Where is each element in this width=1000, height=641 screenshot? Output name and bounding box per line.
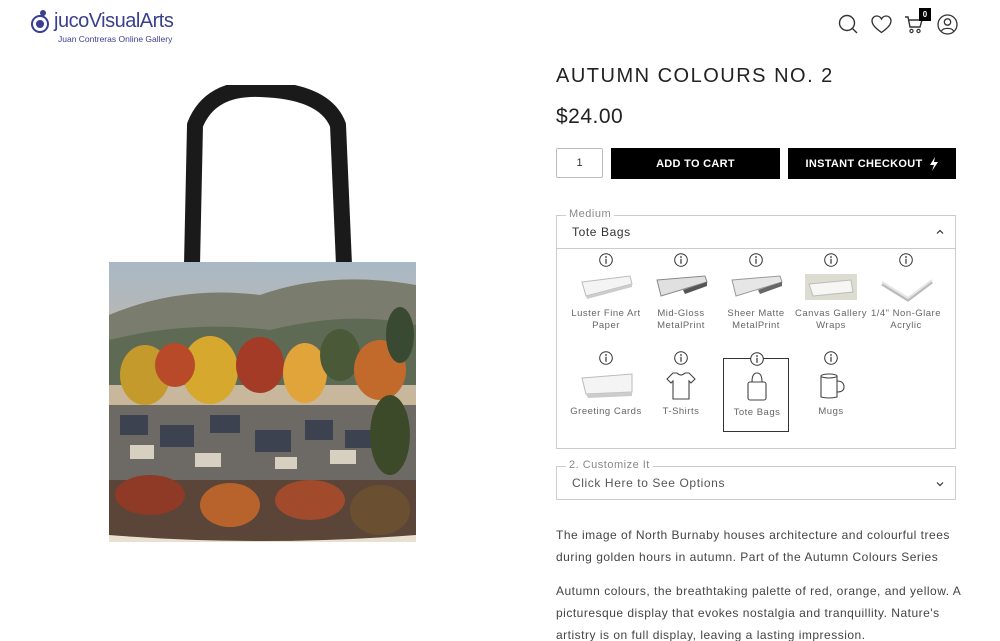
info-icon[interactable] [599,253,613,267]
chevron-up-icon [936,229,944,234]
chevron-down-icon [936,482,944,487]
cart-icon[interactable]: 0 [903,8,931,36]
metal-icon [656,275,708,297]
product-description-1: The image of North Burnaby houses archit… [556,528,950,564]
customize-placeholder: Click Here to See Options [572,476,726,490]
medium-option-label: Luster Fine Art Paper [571,308,641,331]
logo-text: jucoVisualArts [54,10,174,32]
medium-selected-value: Tote Bags [572,225,631,239]
instant-checkout-button[interactable]: INSTANT CHECKOUT [788,148,956,179]
medium-selector: Medium Tote Bags Luster Fine Art Paper M… [556,208,956,449]
instant-checkout-label: INSTANT CHECKOUT [805,157,923,170]
product-price: $24.00 [556,105,624,128]
info-icon[interactable] [750,352,764,366]
product-image-tote-bag[interactable] [100,85,425,550]
medium-option-label: Sheer Matte MetalPrint [727,308,785,331]
medium-option-label: Mid-Gloss MetalPrint [657,308,705,331]
user-icon[interactable] [936,12,958,36]
paper-icon [581,275,633,299]
info-icon[interactable] [749,253,763,267]
add-to-cart-button[interactable]: ADD TO CART [611,148,780,179]
info-icon[interactable] [824,351,838,365]
medium-option-mid-gloss-metalprint[interactable]: Mid-Gloss MetalPrint [648,253,714,334]
cart-count-badge: 0 [919,8,931,21]
medium-option-label: Greeting Cards [570,406,642,417]
medium-dropdown[interactable]: Tote Bags [557,216,955,249]
tote-icon [747,372,767,401]
card-icon [581,373,633,398]
medium-option-label: 1/4" Non-Glare Acrylic [870,308,942,331]
info-icon[interactable] [824,253,838,267]
lightning-icon [929,156,938,171]
medium-option-canvas-gallery-wraps[interactable]: Canvas Gallery Wraps [795,253,866,334]
medium-option-label: T-Shirts [662,406,700,417]
medium-option-label: Canvas Gallery Wraps [795,308,867,331]
medium-option-t-shirts[interactable]: T-Shirts [648,351,714,432]
customize-legend: 2. Customize It [566,459,653,471]
product-title: AUTUMN COLOURS NO. 2 [556,65,834,87]
acrylic-icon [881,279,933,302]
medium-option-mugs[interactable]: Mugs [798,351,864,432]
tshirt-icon [666,372,696,400]
site-logo[interactable]: jucoVisualArts Juan Contreras Online Gal… [30,8,190,48]
medium-option-luster-fine-art-paper[interactable]: Luster Fine Art Paper [571,253,640,334]
logo-mark-icon [31,10,49,33]
metal-icon [731,275,783,297]
info-icon[interactable] [899,253,913,267]
heart-icon[interactable] [870,12,892,36]
medium-option-label: Tote Bags [733,407,781,418]
info-icon[interactable] [599,351,613,365]
info-icon[interactable] [674,351,688,365]
medium-option-sheer-matte-metalprint[interactable]: Sheer Matte MetalPrint [723,253,789,334]
search-icon[interactable] [837,12,859,36]
medium-option-label: Mugs [818,406,844,417]
header-icons: 0 [837,8,958,36]
medium-option-greeting-cards[interactable]: Greeting Cards [570,351,641,432]
logo-tagline: Juan Contreras Online Gallery [58,34,173,44]
canvas-icon [805,274,857,300]
customize-dropdown[interactable]: 2. Customize It Click Here to See Option… [556,459,956,500]
info-icon[interactable] [674,253,688,267]
medium-option-non-glare-acrylic[interactable]: 1/4" Non-Glare Acrylic [871,253,941,334]
mug-icon [820,373,845,399]
medium-option-tote-bags[interactable]: Tote Bags [723,352,789,432]
product-description-2: Autumn colours, the breathtaking palette… [556,584,961,641]
quantity-input[interactable] [556,148,603,178]
